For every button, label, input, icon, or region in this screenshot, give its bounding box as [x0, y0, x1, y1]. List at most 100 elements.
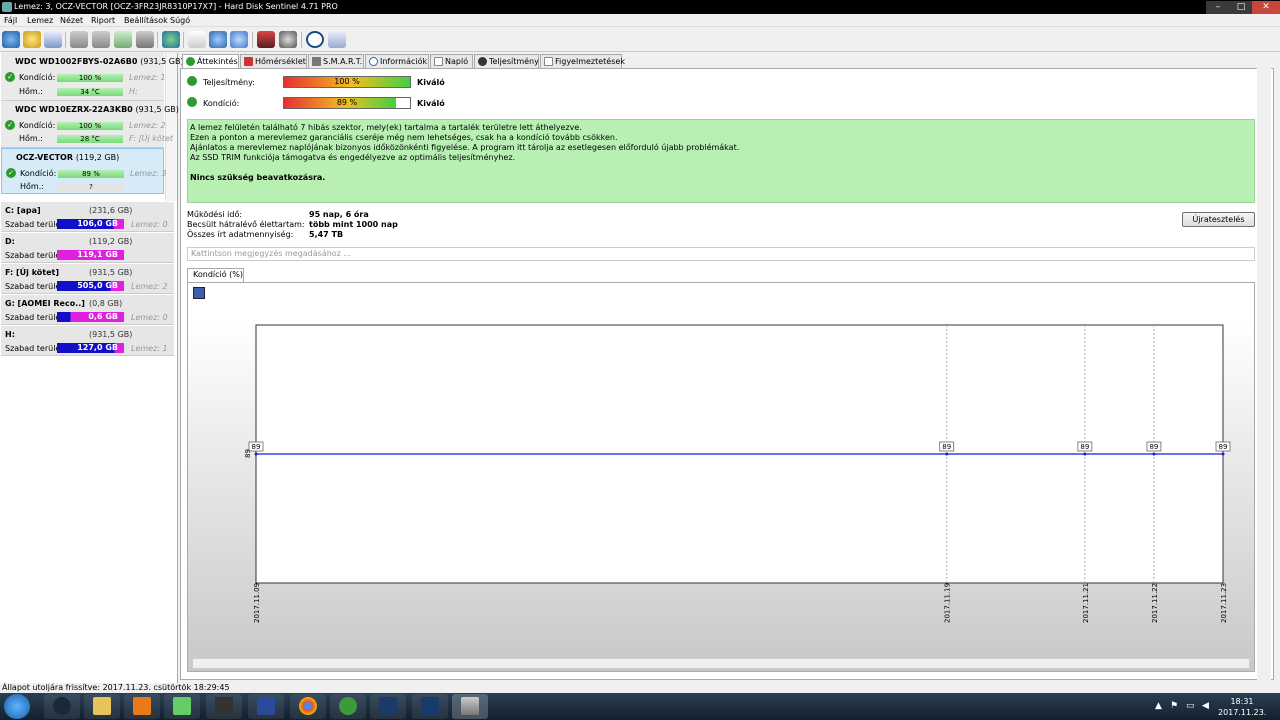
- status-line: Az SSD TRIM funkciója támogatva és enged…: [190, 153, 516, 162]
- disk-index: Lemez: 2: [129, 121, 166, 130]
- chart-svg: 2017.11.09 2017.11.19 2017.11.21 2017.11.22…: [244, 324, 1231, 623]
- tab-information[interactable]: Információk: [365, 54, 429, 68]
- floppy-taskbar-icon[interactable]: [248, 694, 284, 719]
- disk-item-1[interactable]: WDC WD1002FBYS-02A6B0 (931,5 GB) ✓ Kondí…: [1, 53, 184, 101]
- media-player-taskbar-icon[interactable]: [124, 694, 160, 719]
- disk-info-icon[interactable]: [44, 31, 62, 48]
- hdsentinel-taskbar-icon[interactable]: [452, 694, 488, 719]
- uptime-value: 95 nap, 6 óra: [309, 210, 369, 219]
- about-icon[interactable]: [328, 31, 346, 48]
- data-point: [1221, 452, 1225, 456]
- condition-chart: 2017.11.09 2017.11.19 2017.11.21 2017.11.22…: [187, 282, 1255, 672]
- status-message-box: A lemez felületén található 7 hibás szek…: [187, 119, 1255, 203]
- help-icon[interactable]: [306, 31, 324, 48]
- partition-size: (119,2 GB): [89, 237, 133, 246]
- disk-list-scrollbar[interactable]: [165, 53, 177, 201]
- menu-view[interactable]: Nézet: [60, 16, 83, 25]
- network-icon[interactable]: ▭: [1186, 701, 1195, 711]
- disk-volume: F: [Új kötet: [129, 134, 174, 143]
- free-space-label: Szabad terület: [5, 344, 64, 353]
- lifetime-label: Becsült hátralévő élettartam:: [187, 220, 305, 229]
- clock-date: 2017.11.23.: [1218, 708, 1267, 717]
- ocz-taskbar-icon[interactable]: [370, 694, 406, 719]
- chrome-taskbar-icon[interactable]: [290, 694, 326, 719]
- retest-button[interactable]: Újratesztelés: [1182, 212, 1255, 227]
- x-tick-label: 2017.11.19: [944, 583, 952, 623]
- steam-taskbar-icon[interactable]: [44, 694, 80, 719]
- disk-index: Lemez: 1: [129, 73, 166, 82]
- tab-temperature[interactable]: Hőmérséklet: [240, 54, 307, 68]
- temp-label: Hőm.:: [19, 134, 43, 143]
- main-scrollbar[interactable]: [1257, 68, 1271, 680]
- benchmark-icon[interactable]: [136, 31, 154, 48]
- data-label: 89: [942, 443, 951, 451]
- ocz-taskbar-icon-2[interactable]: [412, 694, 448, 719]
- tab-condition-chart[interactable]: Kondíció (%): [187, 268, 244, 282]
- chart-scrollbar[interactable]: [192, 658, 1250, 669]
- toolbar: [0, 28, 1280, 52]
- menu-help[interactable]: Súgó: [170, 16, 190, 25]
- surface-test-icon[interactable]: [114, 31, 132, 48]
- clock[interactable]: 18:31 2017.11.23.: [1218, 696, 1266, 718]
- partition-name: F: [Új kötet]: [5, 268, 60, 277]
- note-input[interactable]: Kattintson megjegyzés megadásához ...: [187, 247, 1255, 261]
- title-bar: Lemez: 3, OCZ-VECTOR [OCZ-3FR23JR8310P17…: [0, 0, 1280, 14]
- start-button[interactable]: [4, 694, 30, 719]
- free-space-label: Szabad terület: [5, 282, 64, 291]
- disk-stats: Működési idő: 95 nap, 6 óra Becsült hátra…: [187, 210, 487, 240]
- chart-icon[interactable]: [257, 31, 275, 48]
- app-icon: [2, 2, 12, 12]
- menu-settings[interactable]: Beállítások: [124, 16, 168, 25]
- status-line: Ajánlatos a merevlemez naplójának bizony…: [190, 143, 740, 152]
- tab-smart[interactable]: S.M.A.R.T.: [308, 54, 364, 68]
- tab-performance[interactable]: Teljesítmény: [474, 54, 539, 68]
- tray-arrow-icon[interactable]: ▲: [1155, 701, 1162, 711]
- menu-file[interactable]: Fájl: [4, 16, 17, 25]
- partition-disk: Lemez: 0: [131, 313, 168, 322]
- partition-name: C: [apa]: [5, 206, 41, 215]
- data-point: [945, 452, 949, 456]
- ok-check-icon: ✓: [6, 168, 16, 178]
- partition-item[interactable]: G: [AOMEI Reco..] (0,8 GB) Szabad terüle…: [1, 295, 174, 325]
- partition-item[interactable]: H: (931,5 GB) Szabad terület 127,0 GB Le…: [1, 326, 174, 356]
- maximize-button[interactable]: □: [1230, 1, 1252, 14]
- globe-icon[interactable]: [162, 31, 180, 48]
- partition-disk: Lemez: 1: [131, 344, 168, 353]
- close-button[interactable]: ✕: [1252, 1, 1280, 14]
- notepad-taskbar-icon[interactable]: [164, 694, 200, 719]
- volume-icon[interactable]: ◀: [1202, 701, 1209, 711]
- flag-icon[interactable]: ⚑: [1170, 701, 1178, 711]
- tab-log[interactable]: Napló: [430, 54, 473, 68]
- free-space-bar: 0,6 GB: [57, 312, 124, 322]
- nox-taskbar-icon[interactable]: [206, 694, 242, 719]
- refresh-icon[interactable]: [2, 31, 20, 48]
- partition-item[interactable]: F: [Új kötet] (931,5 GB) Szabad terület …: [1, 264, 174, 294]
- disk-volume: H:: [129, 87, 138, 96]
- ok-check-icon: [187, 76, 197, 86]
- minimize-button[interactable]: –: [1206, 1, 1230, 14]
- temp-bar: ?: [58, 183, 124, 191]
- report-icon[interactable]: [188, 31, 206, 48]
- settings-icon[interactable]: [279, 31, 297, 48]
- sync-icon[interactable]: [209, 31, 227, 48]
- partition-item[interactable]: D: (119,2 GB) Szabad terület 119,1 GB: [1, 233, 174, 263]
- tool-icon[interactable]: [70, 31, 88, 48]
- send-icon[interactable]: [230, 31, 248, 48]
- data-label: 89: [1219, 443, 1228, 451]
- performance-rating: Kiváló: [417, 78, 445, 87]
- ok-check-icon: [187, 97, 197, 107]
- tab-alerts[interactable]: Figyelmeztetések: [540, 54, 625, 68]
- disk-item-2[interactable]: WDC WD10EZRX-22A3KB0 (931,5 GB) ✓ Kondíc…: [1, 101, 179, 148]
- ok-check-icon: ✓: [5, 72, 15, 82]
- menu-disk[interactable]: Lemez: [27, 16, 53, 25]
- test-icon[interactable]: [92, 31, 110, 48]
- alert-icon[interactable]: [23, 31, 41, 48]
- tab-overview[interactable]: Áttekintés: [182, 54, 239, 69]
- menu-report[interactable]: Riport: [91, 16, 115, 25]
- utorrent-taskbar-icon[interactable]: [330, 694, 366, 719]
- partition-item[interactable]: C: [apa] (231,6 GB) Szabad terület 106,0…: [1, 202, 174, 232]
- temp-bar: 28 °C: [57, 135, 123, 143]
- disk-item-3[interactable]: OCZ-VECTOR (119,2 GB) ✓ Kondíció: 89 % L…: [1, 148, 167, 194]
- explorer-taskbar-icon[interactable]: [84, 694, 120, 719]
- partition-size: (231,6 GB): [89, 206, 133, 215]
